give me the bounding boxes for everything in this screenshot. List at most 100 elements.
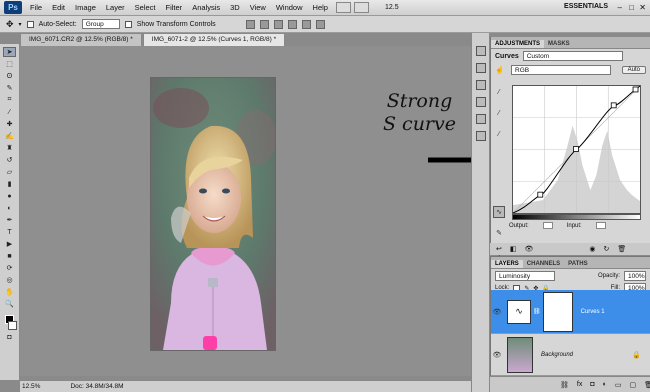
- mini-bridge-button[interactable]: [353, 2, 369, 13]
- gray-point-eyedropper-icon[interactable]: ⁄: [493, 107, 505, 119]
- 3d-rotate-icon[interactable]: ⟳: [3, 263, 16, 273]
- menu-analysis[interactable]: Analysis: [187, 3, 225, 12]
- new-group-icon[interactable]: ▭: [615, 381, 622, 389]
- character-icon[interactable]: [475, 97, 486, 107]
- auto-select-dropdown[interactable]: Group: [81, 19, 120, 29]
- align-center-icon[interactable]: [301, 19, 311, 29]
- visibility-eye-icon[interactable]: 👁: [491, 351, 503, 359]
- clone-stamp-icon[interactable]: ♜: [3, 143, 16, 153]
- auto-button[interactable]: Auto: [621, 66, 646, 74]
- menu-view[interactable]: View: [245, 3, 271, 12]
- blur-tool-icon[interactable]: ●: [3, 191, 16, 201]
- maximize-button[interactable]: □: [629, 3, 634, 12]
- align-bottom-icon[interactable]: [273, 19, 283, 29]
- menu-window[interactable]: Window: [271, 3, 308, 12]
- new-adjustment-icon[interactable]: ◐: [603, 381, 607, 388]
- white-point-eyedropper-icon[interactable]: ⁄: [493, 128, 505, 140]
- add-mask-icon[interactable]: ◘: [590, 381, 594, 388]
- path-select-icon[interactable]: ▶: [3, 239, 16, 249]
- eraser-tool-icon[interactable]: ▱: [3, 167, 16, 177]
- return-icon[interactable]: ↩: [496, 245, 502, 253]
- new-layer-icon[interactable]: ▢: [629, 381, 636, 389]
- close-button[interactable]: ✕: [639, 3, 646, 12]
- menu-help[interactable]: Help: [308, 3, 333, 12]
- chevron-down-icon[interactable]: ▾: [19, 21, 22, 28]
- history-brush-icon[interactable]: ↺: [3, 155, 16, 165]
- layer-row-background[interactable]: 👁 Background 🔒: [491, 334, 650, 376]
- layer-name-background[interactable]: Background: [541, 352, 573, 358]
- paragraph-icon[interactable]: [475, 114, 486, 124]
- chain-link-icon[interactable]: ⛓: [533, 308, 541, 315]
- align-top-icon[interactable]: [245, 19, 255, 29]
- bridge-button[interactable]: [335, 2, 351, 13]
- shape-tool-icon[interactable]: ■: [3, 251, 16, 261]
- minimize-button[interactable]: –: [618, 3, 622, 12]
- align-right-icon[interactable]: [315, 19, 325, 29]
- eyedropper-tool-icon[interactable]: ⁄: [3, 107, 16, 117]
- menu-file[interactable]: File: [25, 3, 47, 12]
- preset-dropdown[interactable]: Custom: [522, 51, 623, 61]
- lasso-tool-icon[interactable]: ʘ: [3, 71, 16, 81]
- menu-layer[interactable]: Layer: [101, 3, 130, 12]
- zoom-level[interactable]: 12.5: [385, 4, 399, 11]
- blend-mode-dropdown[interactable]: Luminosity: [495, 271, 555, 281]
- clip-icon[interactable]: ◧: [510, 245, 517, 253]
- menu-edit[interactable]: Edit: [47, 3, 70, 12]
- auto-select-checkbox[interactable]: [26, 20, 34, 28]
- trash-icon[interactable]: 🗑: [617, 245, 626, 253]
- align-middle-icon[interactable]: [259, 19, 269, 29]
- marquee-tool-icon[interactable]: ⬚: [3, 59, 16, 69]
- menu-select[interactable]: Select: [130, 3, 161, 12]
- background-color-swatch[interactable]: [8, 321, 17, 330]
- move-tool-icon[interactable]: ✥: [6, 19, 14, 30]
- reset-icon[interactable]: ↻: [604, 245, 610, 253]
- view-previous-icon[interactable]: ◉: [589, 245, 595, 253]
- hand-tool-icon[interactable]: ✋: [3, 287, 16, 297]
- workspace-switcher[interactable]: ESSENTIALS: [564, 3, 608, 10]
- visibility-eye-icon[interactable]: 👁: [491, 308, 503, 316]
- link-layers-icon[interactable]: ⛓: [560, 381, 569, 389]
- transform-controls-checkbox[interactable]: [124, 20, 132, 28]
- menu-3d[interactable]: 3D: [225, 3, 245, 12]
- dodge-tool-icon[interactable]: ◐: [3, 203, 16, 213]
- tab-adjustments[interactable]: ADJUSTMENTS: [491, 40, 545, 48]
- history-icon[interactable]: [475, 46, 486, 56]
- menu-image[interactable]: Image: [70, 3, 101, 12]
- move-tool-icon[interactable]: ➤: [3, 47, 16, 57]
- pen-tool-icon[interactable]: ✒: [3, 215, 16, 225]
- crop-tool-icon[interactable]: ⌗: [3, 95, 16, 105]
- healing-brush-icon[interactable]: ✚: [3, 119, 16, 129]
- hand-adjust-icon[interactable]: ☝: [495, 66, 507, 74]
- layer-row-curves[interactable]: 👁 ∿ ⛓ Curves 1: [491, 290, 650, 334]
- trash-icon[interactable]: 🗑: [644, 381, 650, 389]
- curves-graph[interactable]: [512, 85, 641, 214]
- channel-dropdown[interactable]: RGB: [511, 65, 611, 75]
- layer-mask-thumbnail[interactable]: [542, 291, 573, 332]
- align-left-icon[interactable]: [287, 19, 297, 29]
- 3d-orbit-icon[interactable]: ◎: [3, 275, 16, 285]
- output-field[interactable]: [542, 222, 553, 229]
- pencil-edit-icon[interactable]: ✎: [493, 227, 505, 239]
- layer-name-curves[interactable]: Curves 1: [581, 309, 605, 315]
- info-icon[interactable]: [475, 80, 486, 90]
- black-point-eyedropper-icon[interactable]: ⁄: [493, 86, 505, 98]
- zoom-tool-icon[interactable]: 🔍: [3, 299, 16, 309]
- point-edit-icon[interactable]: ∿: [493, 206, 505, 218]
- quick-mask-icon[interactable]: ◘: [3, 332, 16, 342]
- tab-paths[interactable]: PATHS: [564, 260, 591, 268]
- brush-tool-icon[interactable]: ✍: [3, 131, 16, 141]
- tab-document-curves[interactable]: IMG_6071-2 @ 12.5% (Curves 1, RGB/8) *: [142, 33, 286, 46]
- quick-select-tool-icon[interactable]: ✎: [3, 83, 16, 93]
- menu-filter[interactable]: Filter: [161, 3, 188, 12]
- status-zoom[interactable]: 12.5%: [22, 383, 40, 390]
- input-field[interactable]: [595, 222, 606, 229]
- visibility-icon[interactable]: 👁: [525, 245, 534, 253]
- tab-channels[interactable]: CHANNELS: [523, 260, 564, 268]
- tab-document-cr2[interactable]: IMG_6071.CR2 @ 12.5% (RGB/8) *: [20, 33, 142, 46]
- tab-layers[interactable]: LAYERS: [491, 260, 523, 268]
- layer-style-icon[interactable]: fx: [577, 381, 582, 388]
- opacity-field[interactable]: 100%: [624, 271, 646, 281]
- brushes-icon[interactable]: [475, 131, 486, 141]
- document-photo[interactable]: [151, 78, 275, 350]
- type-tool-icon[interactable]: T: [3, 227, 16, 237]
